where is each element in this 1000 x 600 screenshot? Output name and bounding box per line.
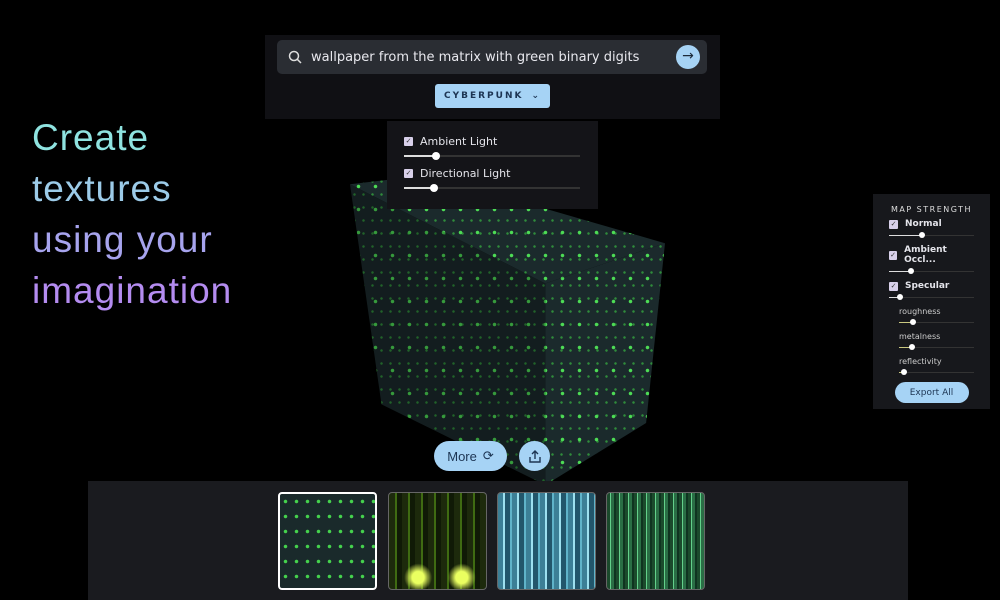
slider-handle[interactable] [896, 294, 903, 300]
param-label: reflectivity [899, 357, 942, 366]
toggle-checkbox[interactable]: ✓ Ambient Light [404, 135, 580, 148]
slider-handle[interactable] [910, 319, 916, 325]
map-strength-title: MAP STRENGTH [890, 205, 973, 214]
export-all-button[interactable]: Export All [894, 382, 969, 403]
checkbox-checked-icon: ✓ [404, 169, 413, 178]
texture-thumbnail[interactable] [388, 492, 487, 590]
submit-search-button[interactable]: → [676, 45, 700, 69]
checkbox-label: Normal [905, 219, 942, 229]
hero-line: textures [32, 168, 172, 209]
refresh-icon: ⟳ [482, 448, 494, 463]
search-bar: → [277, 40, 707, 74]
hero-heading: Create textures using your imagination [32, 112, 232, 316]
checkbox-checked-icon: ✓ [889, 219, 898, 229]
slider-handle[interactable] [919, 232, 925, 238]
hero-line: using your [32, 219, 213, 260]
more-button[interactable]: More ⟳ [434, 441, 507, 471]
slider-handle[interactable] [907, 268, 914, 274]
strength-slider[interactable] [889, 232, 974, 238]
strength-slider[interactable] [889, 268, 974, 274]
checkbox-checked-icon: ✓ [404, 137, 413, 146]
search-panel: → CYBERPUNK ⌄ [265, 35, 720, 119]
search-input[interactable] [311, 49, 671, 65]
slider-handle[interactable] [429, 184, 438, 192]
share-icon [528, 449, 541, 463]
checkbox-checked-icon: ✓ [889, 281, 898, 291]
texture-thumbnail[interactable] [278, 492, 377, 590]
style-dropdown[interactable]: CYBERPUNK ⌄ [435, 84, 550, 108]
arrow-right-icon: → [682, 48, 694, 64]
hero-line: imagination [32, 270, 233, 311]
slider-handle[interactable] [909, 344, 916, 350]
strength-slider[interactable] [889, 294, 974, 300]
toggle-checkbox[interactable]: ✓ Specular [889, 281, 974, 291]
style-dropdown-value: CYBERPUNK [443, 91, 524, 101]
slider-handle[interactable] [431, 152, 440, 160]
checkbox-label: Ambient Light [420, 135, 498, 148]
strength-slider[interactable] [899, 369, 974, 375]
texture-thumbnail[interactable] [606, 492, 705, 590]
strength-slider[interactable] [404, 184, 580, 192]
toggle-checkbox[interactable]: ✓ Directional Light [404, 167, 580, 180]
strength-slider[interactable] [899, 344, 974, 350]
checkbox-label: Directional Light [420, 167, 511, 180]
map-strength-panel: MAP STRENGTH ✓ Normal ✓ Ambient Occl... ✓ Spe… [873, 194, 990, 409]
texture-thumbnail[interactable] [497, 492, 596, 590]
more-label: More [447, 448, 477, 464]
slider-handle[interactable] [901, 369, 907, 375]
share-button[interactable] [519, 441, 550, 471]
checkbox-label: Specular [905, 281, 950, 291]
hero-line: Create [32, 117, 150, 158]
lighting-panel: ✓ Ambient Light ✓ Directional Light [387, 121, 598, 209]
thumbnail-tray [88, 481, 908, 600]
strength-slider[interactable] [404, 152, 580, 160]
texture-cube-preview[interactable] [350, 175, 665, 485]
strength-slider[interactable] [899, 319, 974, 325]
toggle-checkbox[interactable]: ✓ Normal [889, 219, 974, 229]
param-label: metalness [899, 332, 941, 341]
toggle-checkbox[interactable]: ✓ Ambient Occl... [889, 245, 974, 265]
chevron-down-icon: ⌄ [531, 91, 542, 101]
param-label: roughness [899, 307, 941, 316]
checkbox-checked-icon: ✓ [889, 250, 898, 260]
search-icon [288, 50, 302, 64]
checkbox-label: Ambient Occl... [904, 245, 947, 265]
